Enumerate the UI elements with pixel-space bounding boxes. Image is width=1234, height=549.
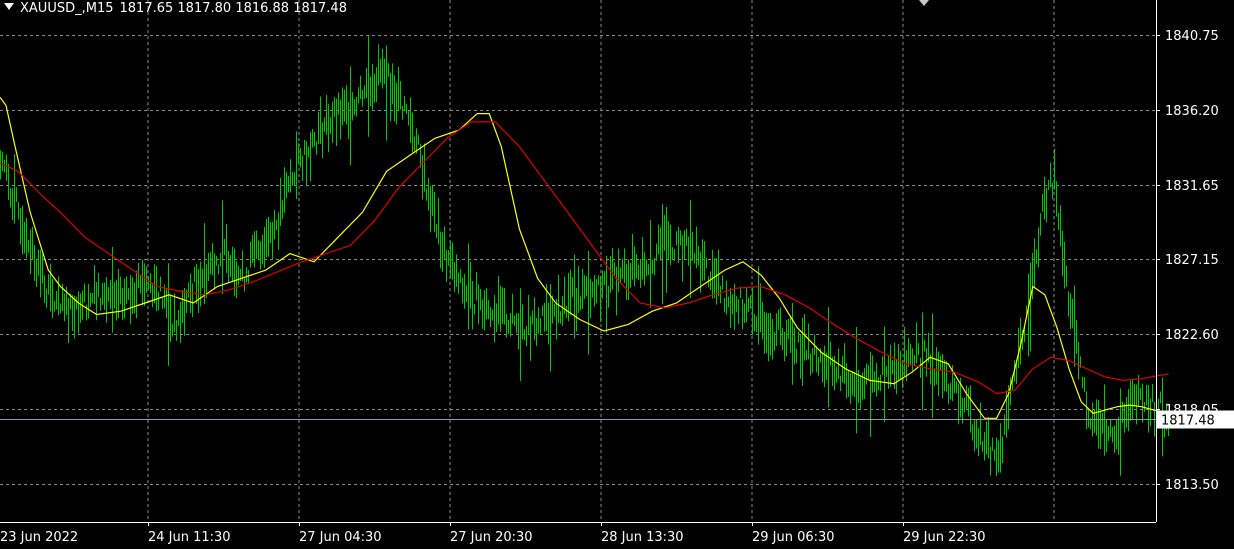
price-chart[interactable]: 1840.751836.201831.651827.151822.601818.… <box>0 0 1234 549</box>
time-tick-label: 29 Jun 06:30 <box>752 530 835 545</box>
time-tick-label: 24 Jun 11:30 <box>148 530 231 545</box>
ohlc-open: 1817.65 <box>119 1 174 16</box>
price-tick-label: 1840.75 <box>1165 29 1219 44</box>
price-tick-label: 1813.50 <box>1165 478 1219 493</box>
ohlc-low: 1816.88 <box>235 1 290 16</box>
time-tick-label: 23 Jun 2022 <box>0 530 78 545</box>
time-tick-label: 27 Jun 20:30 <box>450 530 533 545</box>
time-tick-label: 27 Jun 04:30 <box>299 530 382 545</box>
symbol-name: XAUUSD_ <box>20 1 82 16</box>
price-tick-label: 1831.65 <box>1165 179 1219 194</box>
price-tick-label: 1822.60 <box>1165 328 1219 343</box>
ohlc-close: 1817.48 <box>293 1 347 16</box>
ohlc-high: 1817.80 <box>177 1 232 16</box>
chart-symbol-header: XAUUSD_,M15 1817.65 1817.80 1816.88 1817.… <box>4 1 347 16</box>
symbol-dropdown-icon[interactable] <box>4 3 14 10</box>
time-tick-label: 28 Jun 13:30 <box>601 530 684 545</box>
time-tick-label: 29 Jun 22:30 <box>903 530 986 545</box>
timeframe: M15 <box>85 1 114 16</box>
price-tick-label: 1827.15 <box>1165 253 1219 268</box>
price-tick-label: 1836.20 <box>1165 104 1219 119</box>
current-price-label: 1817.48 <box>1161 414 1215 429</box>
